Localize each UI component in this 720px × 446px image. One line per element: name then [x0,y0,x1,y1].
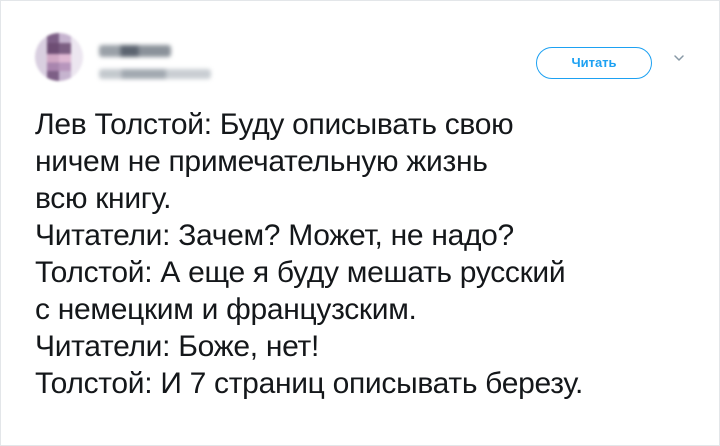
tweet-line: Лев Толстой: Буду описывать свою [35,108,514,141]
chevron-down-icon[interactable] [672,51,686,65]
user-display-name-blurred[interactable] [99,45,171,57]
tweet-line: всю книгу. [35,182,172,215]
tweet-card: Читать Лев Толстой: Буду описывать свою … [0,0,720,446]
follow-button[interactable]: Читать [536,47,652,79]
tweet-line: ничем не примечательную жизнь [35,145,488,178]
tweet-line: Толстой: И 7 страниц описывать березу. [35,367,584,400]
tweet-line: Читатели: Зачем? Может, не надо? [35,219,514,252]
tweet-line: Читатели: Боже, нет! [35,330,319,363]
tweet-text: Лев Толстой: Буду описывать свою ничем н… [35,106,705,402]
user-handle-blurred [99,69,211,79]
avatar[interactable] [35,33,83,81]
tweet-line: с немецким и французским. [35,293,417,326]
tweet-line: Толстой: А еще я буду мешать русский [35,256,566,289]
